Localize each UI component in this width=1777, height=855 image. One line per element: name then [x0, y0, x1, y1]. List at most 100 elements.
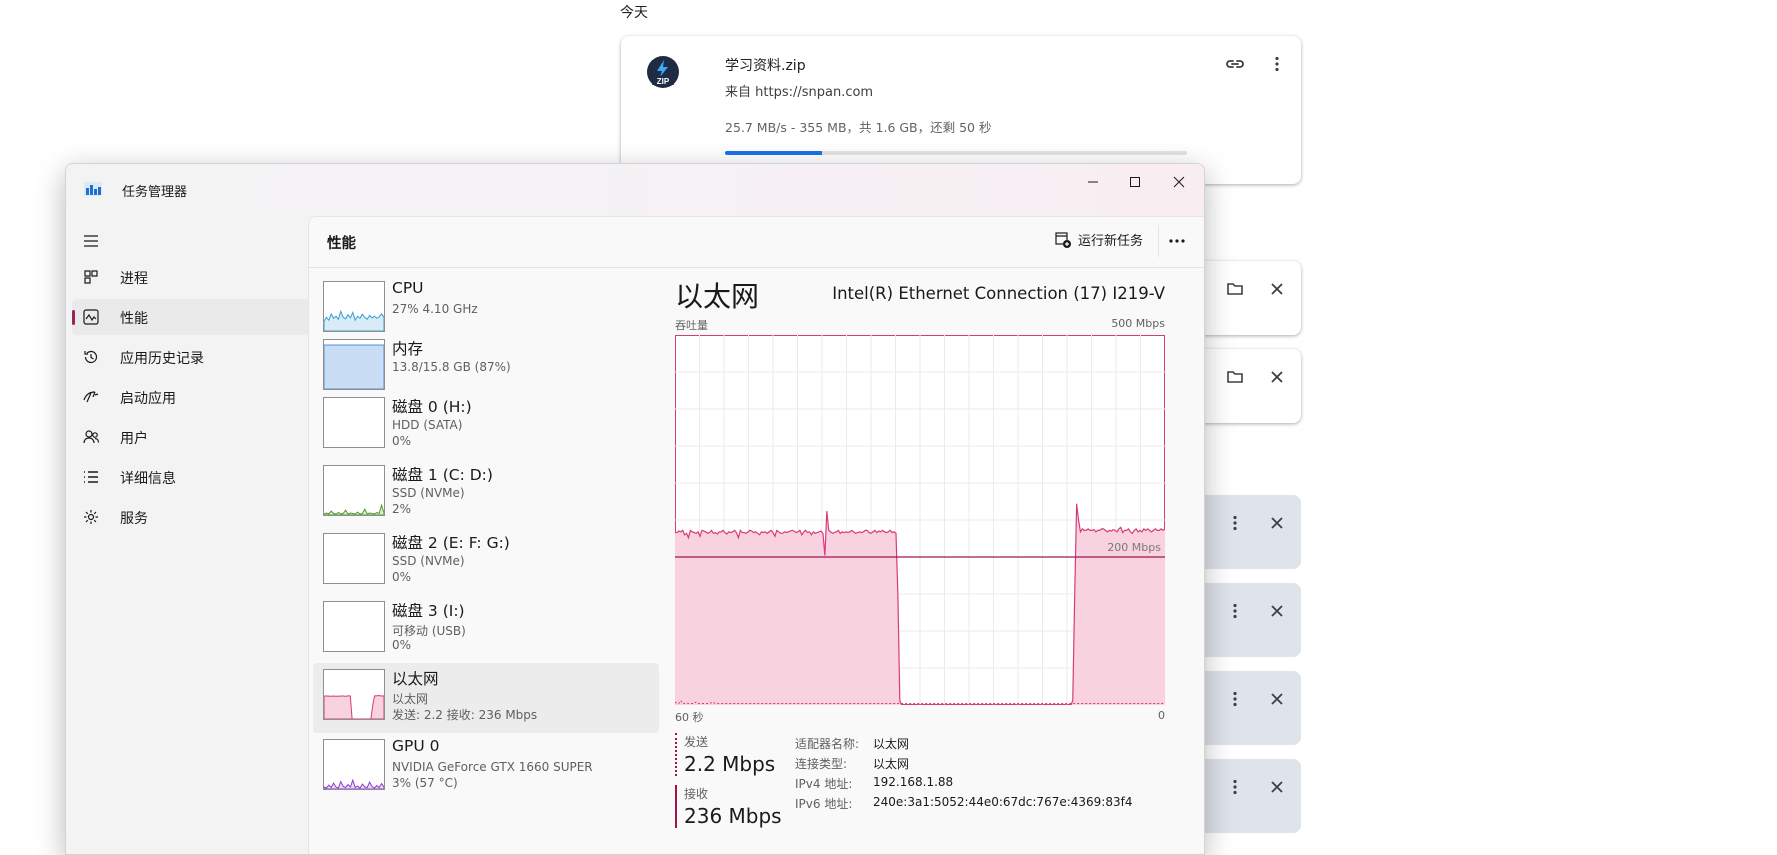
more-vert-icon: [1233, 779, 1237, 795]
resource-name: 以太网: [392, 670, 439, 688]
close-icon: [1173, 176, 1185, 188]
send-label: 发送: [684, 735, 709, 749]
info-key: IPv6 地址:: [795, 797, 853, 811]
receive-label: 接收: [684, 787, 709, 801]
nav-item-services[interactable]: 服务: [72, 499, 310, 535]
info-key: 连接类型:: [795, 757, 848, 771]
minimize-button[interactable]: [1070, 164, 1116, 200]
info-value: 240e:3a1:5052:44e0:67dc:767e:4369:83f4: [873, 795, 1133, 809]
nav-item-label: 服务: [120, 511, 148, 527]
adapter-name: Intel(R) Ethernet Connection (17) I219-V: [832, 284, 1165, 303]
download-more-button[interactable]: [1221, 597, 1249, 625]
maximize-button[interactable]: [1112, 164, 1158, 200]
nav-item-label: 详细信息: [120, 471, 176, 487]
resource-name: CPU: [392, 279, 424, 297]
show-in-folder-button[interactable]: [1221, 275, 1249, 303]
resource-detail: 可移动 (USB): [392, 624, 466, 638]
download-more-button[interactable]: [1221, 773, 1249, 801]
resource-detail: SSD (NVMe): [392, 554, 465, 568]
resource-item-disk-1[interactable]: 磁盘 1 (C: D:) SSD (NVMe) 2%: [313, 459, 659, 529]
run-new-task-button[interactable]: 运行新任务: [1054, 230, 1143, 249]
close-icon: [1271, 517, 1283, 529]
resource-item-gpu-0[interactable]: GPU 0 NVIDIA GeForce GTX 1660 SUPER 3% (…: [313, 733, 659, 803]
resource-item-disk-2[interactable]: 磁盘 2 (E: F: G:) SSD (NVMe) 0%: [313, 527, 659, 597]
download-more-button[interactable]: [1221, 685, 1249, 713]
info-key: IPv4 地址:: [795, 777, 853, 791]
resource-item-disk-0[interactable]: 磁盘 0 (H:) HDD (SATA) 0%: [313, 391, 659, 461]
download-card-active[interactable]: ZIP 学习资料.zip 来自 https://snpan.com 25.7 M…: [621, 36, 1301, 184]
more-vert-icon: [1233, 515, 1237, 531]
download-more-button[interactable]: [1221, 509, 1249, 537]
cpu-thumbnail-graph: [323, 281, 385, 332]
run-new-task-label: 运行新任务: [1077, 234, 1143, 249]
nav-item-details[interactable]: 详细信息: [72, 459, 310, 495]
close-icon: [1271, 371, 1283, 383]
performance-page: 性能 运行新任务 CPU 27% 4.10 GHz 内存 13.8/15.8 G…: [308, 216, 1204, 854]
reference-line-label: 200 Mbps: [1107, 541, 1161, 554]
download-filename[interactable]: 学习资料.zip: [725, 55, 806, 75]
nav-item-performance[interactable]: 性能: [72, 299, 310, 335]
zip-file-icon: ZIP: [647, 56, 679, 88]
link-icon: [1226, 60, 1244, 68]
resource-detail: 13.8/15.8 GB (87%): [392, 360, 511, 374]
resource-detail: 以太网: [392, 692, 429, 706]
copy-link-button[interactable]: [1221, 50, 1249, 78]
remove-download-button[interactable]: [1263, 275, 1291, 303]
disk-0-thumbnail-graph: [323, 397, 385, 448]
remove-download-button[interactable]: [1263, 363, 1291, 391]
time-axis-start-label: 60 秒: [675, 711, 704, 724]
info-key: 适配器名称:: [795, 737, 860, 751]
nav-item-users[interactable]: 用户: [72, 419, 310, 455]
gpu-thumbnail-graph: [323, 739, 385, 790]
resource-name: 磁盘 2 (E: F: G:): [392, 534, 510, 552]
more-options-button[interactable]: [1158, 225, 1195, 257]
app-history-icon: [84, 350, 98, 364]
nav-item-processes[interactable]: 进程: [72, 259, 310, 295]
info-value: 以太网: [873, 737, 910, 751]
users-icon: [83, 430, 100, 444]
hamburger-menu-button[interactable]: [82, 232, 100, 250]
close-button[interactable]: [1156, 164, 1202, 200]
receive-stat: 接收 236 Mbps: [675, 785, 782, 828]
resource-usage: 0%: [392, 638, 412, 652]
details-icon: [84, 471, 98, 483]
remove-download-button[interactable]: [1263, 509, 1291, 537]
selection-indicator: [72, 310, 75, 325]
disk-2-thumbnail-graph: [323, 533, 385, 584]
startup-icon: [83, 391, 99, 403]
show-in-folder-button[interactable]: [1221, 363, 1249, 391]
more-vert-icon: [1275, 56, 1279, 72]
resource-item-ethernet[interactable]: 以太网 以太网 发送: 2.2 接收: 236 Mbps: [313, 663, 659, 733]
info-value: 以太网: [873, 757, 910, 771]
close-icon: [1271, 693, 1283, 705]
download-progress-bar: [725, 151, 1187, 155]
resource-name: 内存: [392, 340, 424, 358]
close-icon: [1271, 605, 1283, 617]
download-progress-fill: [725, 151, 823, 155]
task-manager-window[interactable]: 任务管理器 进程 性能 应用历史记录 启动应用 用户 详细信息 服务 性能 运行…: [65, 163, 1205, 855]
throughput-label: 吞吐量: [675, 319, 708, 332]
info-value: 192.168.1.88: [873, 775, 954, 789]
nav-item-startup[interactable]: 启动应用: [72, 379, 310, 415]
max-scale-label: 500 Mbps: [1111, 317, 1165, 330]
remove-download-button[interactable]: [1263, 773, 1291, 801]
navigation-pane: 进程 性能 应用历史记录 启动应用 用户 详细信息 服务 设置: [66, 216, 310, 854]
download-status: 25.7 MB/s - 355 MB，共 1.6 GB，还剩 50 秒: [725, 120, 992, 135]
resource-detail: HDD (SATA): [392, 418, 463, 432]
receive-value: 236 Mbps: [684, 804, 782, 828]
remove-download-button[interactable]: [1263, 597, 1291, 625]
disk-3-thumbnail-graph: [323, 601, 385, 652]
section-today-label: 今天: [620, 5, 648, 21]
memory-thumbnail-graph: [323, 339, 385, 390]
more-vert-icon: [1233, 603, 1237, 619]
send-stat: 发送 2.2 Mbps: [675, 733, 775, 776]
title-bar[interactable]: 任务管理器: [66, 164, 1204, 216]
nav-item-app-history[interactable]: 应用历史记录: [72, 339, 310, 375]
services-icon: [84, 510, 98, 524]
remove-download-button[interactable]: [1263, 685, 1291, 713]
run-task-icon: [1055, 231, 1071, 248]
more-horizontal-icon: [1169, 239, 1185, 243]
download-more-button[interactable]: [1263, 50, 1291, 78]
resource-item-disk-3[interactable]: 磁盘 3 (I:) 可移动 (USB) 0%: [313, 595, 659, 665]
throughput-graph: 200 Mbps: [675, 335, 1165, 705]
